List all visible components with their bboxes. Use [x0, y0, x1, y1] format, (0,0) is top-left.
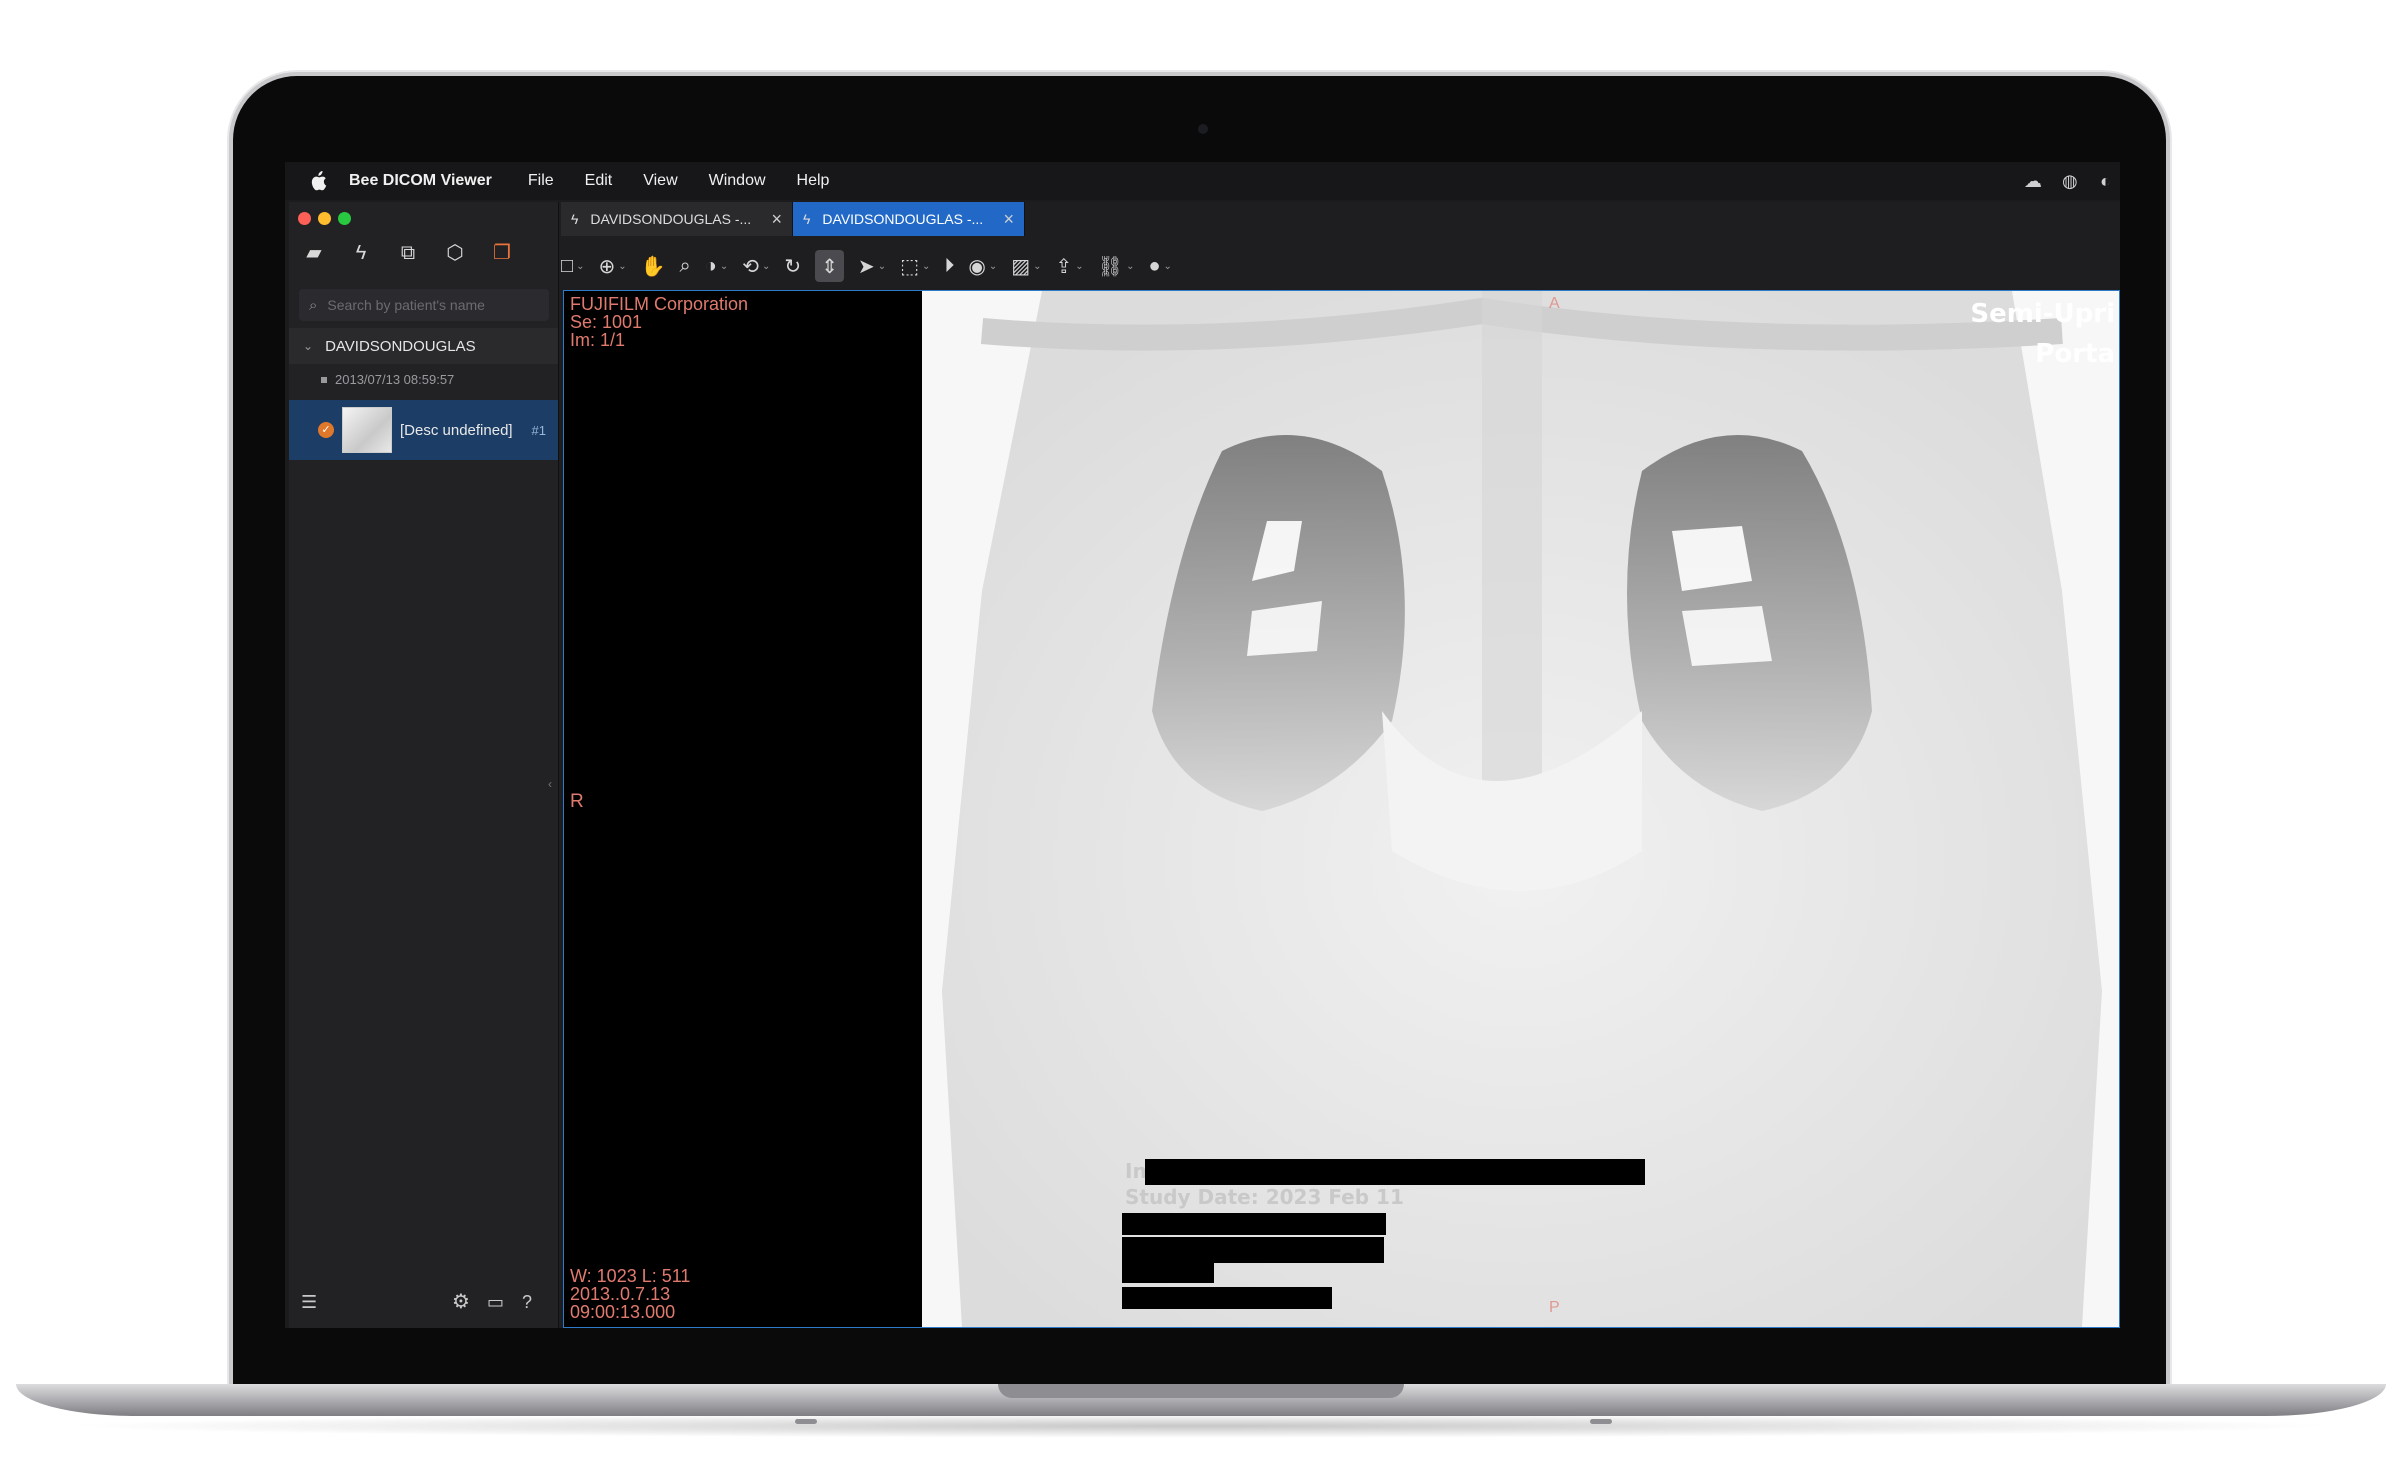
study-datetime: 2013/07/13 08:59:57: [335, 372, 455, 387]
chevron-down-icon[interactable]: ⌄: [303, 339, 313, 353]
menu-window[interactable]: Window: [709, 172, 766, 190]
close-icon[interactable]: ×: [771, 209, 782, 230]
menu-help[interactable]: Help: [797, 172, 830, 190]
acquisition-date: 2013..0.7.13: [570, 1284, 671, 1304]
orientation-left: R: [570, 791, 584, 812]
hand-icon[interactable]: ✋: [641, 250, 666, 282]
series-row[interactable]: ✓ [Desc undefined] #1: [289, 400, 558, 460]
image-label: Im: 1/1: [570, 330, 626, 350]
scroll-stack-icon[interactable]: ⇕: [815, 250, 844, 282]
tab-label: DAVIDSONDOUGLAS -...: [822, 211, 984, 227]
series-thumbnail[interactable]: [342, 407, 392, 453]
series-description: [Desc undefined]: [400, 421, 513, 439]
acquisition-time: 09:00:13.000: [570, 1302, 676, 1322]
series-number: #1: [531, 422, 546, 438]
burned-in-position: Semi-Upri: [1970, 299, 2115, 329]
grid-3d-icon[interactable]: ⧉: [397, 242, 419, 264]
laptop-shadow: [60, 1414, 2340, 1438]
collapse-sidebar-icon[interactable]: ‹: [548, 777, 560, 799]
study-row[interactable]: 2013/07/13 08:59:57: [321, 372, 454, 387]
viewer-toolbar: □ ⌄ ⊕ ⌄ ✋ ⌕ ◑ ⌄ ⟲ ⌄ ↻ ⇕ ➤ ⌄ ⬚ ⌄ ⏵ ◉ ⌄ ▨ ⌄ ⇪ ⌄ ⛓ ⌄ …: [561, 246, 1186, 286]
globe-icon[interactable]: ◍: [2062, 171, 2082, 191]
patient-search[interactable]: ⌕: [299, 289, 549, 321]
lightning-icon: ϟ: [571, 211, 579, 227]
export-icon[interactable]: ⇪ ⌄: [1056, 250, 1084, 282]
study-bullet-icon: [321, 376, 327, 383]
menu-bar: Bee DICOM Viewer File Edit View Window H…: [285, 162, 2120, 200]
power-icon[interactable]: ◐: [2100, 171, 2120, 191]
select-rect-icon[interactable]: □ ⌄: [561, 250, 584, 282]
pointer-icon[interactable]: ➤ ⌄: [858, 250, 886, 282]
redaction-bar: [1122, 1287, 1332, 1309]
info-overlay-bottom-left: W: 1023 L: 511 2013..0.7.13 09:00:13.000: [570, 1267, 690, 1321]
contrast-icon[interactable]: ◑ ⌄: [705, 250, 728, 282]
camera-icon: [1198, 124, 1208, 134]
gear-icon[interactable]: ⚙: [452, 1290, 470, 1314]
orientation-top: A: [1549, 295, 1560, 312]
patient-name: DAVIDSONDOUGLAS: [325, 337, 476, 355]
image-icon[interactable]: ▨ ⌄: [1011, 250, 1041, 282]
tab-bar: ϟ DAVIDSONDOUGLAS -... × ϟ DAVIDSONDOUGL…: [561, 202, 1025, 236]
eye-icon[interactable]: ◉ ⌄: [968, 250, 997, 282]
link-icon[interactable]: ⛓ ⌄: [1098, 250, 1135, 282]
bluetooth-icon[interactable]: ☁: [2024, 171, 2044, 191]
list-settings-icon[interactable]: ☰: [301, 1290, 317, 1314]
image-viewport[interactable]: Semi-Upri Porta In Study Date: 2023 Feb …: [563, 290, 2120, 1328]
window-close-button[interactable]: [298, 212, 311, 225]
window-zoom-button[interactable]: [338, 212, 351, 225]
lightning-icon: ϟ: [803, 211, 811, 227]
laptop-notch: [998, 1384, 1404, 1398]
zoom-icon[interactable]: ⌕: [680, 250, 691, 282]
menu-file[interactable]: File: [528, 172, 554, 190]
crop-icon[interactable]: ⬚ ⌄: [900, 250, 930, 282]
apple-logo-icon[interactable]: [309, 171, 327, 191]
burned-in-prefix: In: [1125, 1159, 1147, 1183]
sidebar: ▰ ϟ ⧉ ⬡ ❐ ⌕ ⌄ DAVIDSONDOUGLAS 2013/07/13…: [289, 202, 559, 1328]
tab-label: DAVIDSONDOUGLAS -...: [590, 211, 752, 227]
feedback-icon[interactable]: ▭: [487, 1290, 504, 1314]
search-input[interactable]: [325, 296, 530, 314]
app-window: ▰ ϟ ⧉ ⬡ ❐ ⌕ ⌄ DAVIDSONDOUGLAS 2013/07/13…: [289, 202, 2120, 1328]
circle-icon[interactable]: ● ⌄: [1148, 250, 1171, 282]
window-minimize-button[interactable]: [318, 212, 331, 225]
search-icon: ⌕: [309, 296, 318, 314]
series-label: Se: 1001: [570, 312, 643, 332]
open-folder-icon[interactable]: ▰: [303, 242, 325, 264]
burned-in-portable: Porta: [2035, 339, 2115, 369]
lightning-icon[interactable]: ϟ: [350, 242, 372, 264]
screen: Bee DICOM Viewer File Edit View Window H…: [285, 162, 2120, 1328]
manufacturer-label: FUJIFILM Corporation: [570, 294, 749, 314]
loaded-status-icon: ✓: [318, 422, 334, 438]
help-icon[interactable]: ?: [522, 1290, 532, 1314]
pan-icon[interactable]: ⊕ ⌄: [598, 250, 626, 282]
laptop-foot: [1590, 1419, 1612, 1424]
redaction-bar: [1122, 1237, 1384, 1263]
redaction-bar: [1145, 1159, 1645, 1185]
cube-icon[interactable]: ⬡: [444, 242, 466, 264]
laptop-foot: [795, 1419, 817, 1424]
layers-icon[interactable]: ❐: [491, 242, 513, 264]
app-name-menu[interactable]: Bee DICOM Viewer: [349, 172, 492, 190]
patient-row[interactable]: ⌄ DAVIDSONDOUGLAS: [289, 328, 558, 364]
tab-study-2[interactable]: ϟ DAVIDSONDOUGLAS -... ×: [793, 202, 1025, 236]
burned-in-study-date: Study Date: 2023 Feb 11: [1125, 1185, 1404, 1209]
menu-view[interactable]: View: [643, 172, 677, 190]
info-overlay-top-left: FUJIFILM Corporation Se: 1001 Im: 1/1: [570, 295, 748, 349]
window-level-label: W: 1023 L: 511: [570, 1266, 691, 1286]
orientation-bottom: P: [1549, 1299, 1560, 1316]
close-icon[interactable]: ×: [1003, 209, 1014, 230]
tab-study-1[interactable]: ϟ DAVIDSONDOUGLAS -... ×: [561, 202, 793, 236]
redaction-bar: [1122, 1213, 1386, 1235]
play-icon[interactable]: ⏵: [944, 250, 954, 282]
rotate-icon[interactable]: ⟲ ⌄: [742, 250, 770, 282]
redaction-bar: [1122, 1263, 1214, 1283]
status-tray: ☁ ◍ ◐: [2024, 171, 2120, 191]
reset-icon[interactable]: ↻: [784, 250, 801, 282]
xray-image[interactable]: Semi-Upri Porta In Study Date: 2023 Feb …: [922, 291, 2119, 1327]
menu-edit[interactable]: Edit: [585, 172, 613, 190]
sidebar-toolbar: ▰ ϟ ⧉ ⬡ ❐: [303, 242, 513, 264]
sidebar-footer: ☰ ⚙ ▭ ?: [289, 1290, 558, 1314]
